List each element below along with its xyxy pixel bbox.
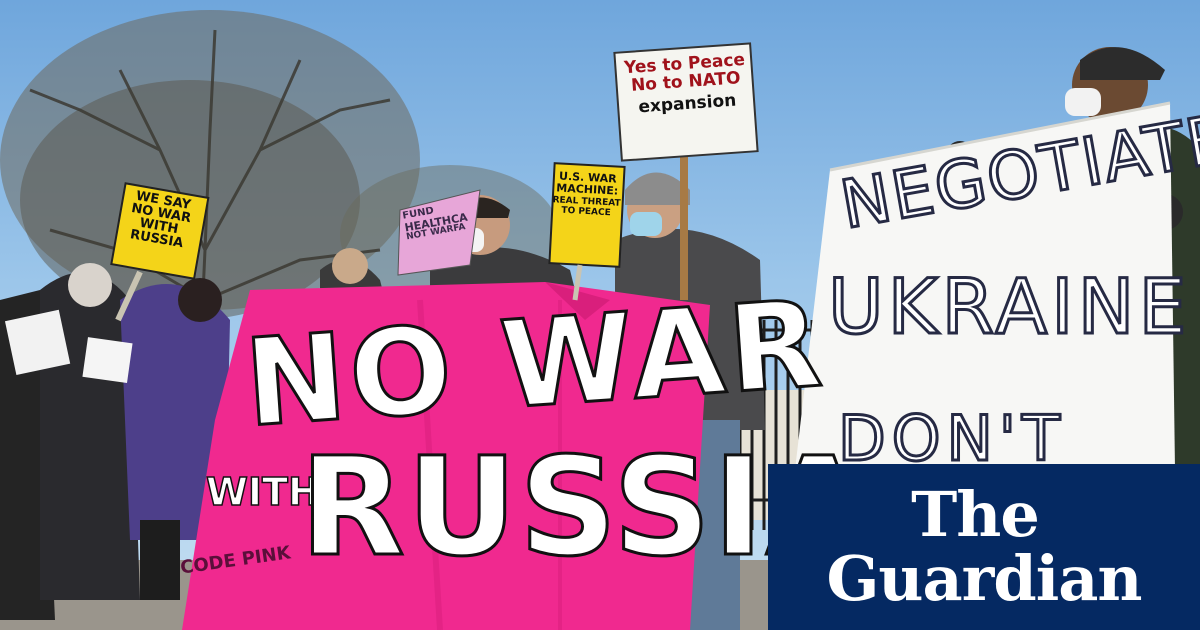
sign-war-machine-line2: MACHINE: <box>556 180 619 198</box>
protest-photo: Yes to Peace No to NATO expansion WE SAY… <box>0 0 1200 630</box>
negotiate-line2: UKRAINE <box>826 261 1191 353</box>
sign-war-machine-text: U.S. WAR MACHINE: REAL THREAT TO PEACE <box>551 170 623 219</box>
guardian-logo-line2: Guardian <box>826 542 1142 615</box>
sign-peace-text: Yes to Peace No to NATO expansion <box>618 50 754 118</box>
guardian-logo-line1: The <box>911 478 1040 551</box>
guardian-logo: The Guardian <box>768 464 1200 630</box>
